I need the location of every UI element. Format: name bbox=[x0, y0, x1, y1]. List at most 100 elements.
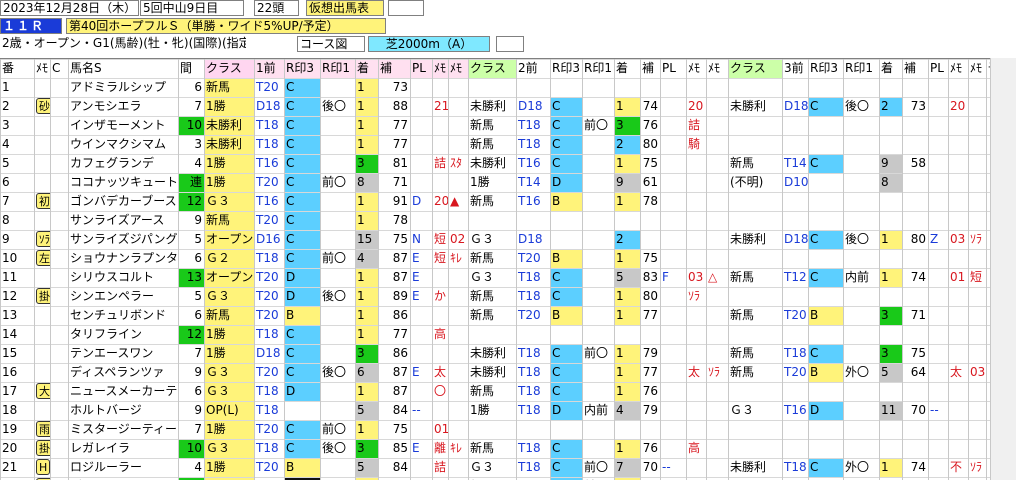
column-divider bbox=[928, 59, 929, 480]
row-divider bbox=[0, 382, 990, 383]
rating3-1: C bbox=[284, 135, 320, 154]
table-row[interactable]: 12 掛シンエンペラー 5 Ｇ３ T20 D 後〇 1 89 E か新馬 T18 C 1 80 ｿﾗ bbox=[0, 287, 990, 306]
c-mark bbox=[50, 230, 68, 249]
rating3-2: C bbox=[550, 458, 582, 477]
table-row[interactable]: 13 センチュリボンド 6 新馬 T20 B 1 86 新馬 T20 B 1 77 新馬 T20 B 3 71 bbox=[0, 306, 990, 325]
c-mark bbox=[50, 97, 68, 116]
rating1-2 bbox=[582, 325, 614, 344]
memo-3a bbox=[948, 344, 968, 363]
score-3 bbox=[902, 382, 928, 401]
finish-3 bbox=[879, 78, 902, 97]
pl-1: E bbox=[412, 365, 420, 379]
score-2: 76 bbox=[642, 441, 658, 455]
memo-3b bbox=[968, 154, 986, 173]
memo-1b bbox=[448, 173, 468, 192]
horse-name: ロジルーラー bbox=[70, 460, 143, 474]
table-row[interactable]: 3 インザモーメント 10 未勝利 T18 C 1 77 新馬 T18 C 前〇 3 76 詰 bbox=[0, 116, 990, 135]
memo-mark-badge: ｿﾗ bbox=[36, 231, 50, 247]
horse-name: テンエースワン bbox=[70, 346, 154, 360]
table-row[interactable]: 9 ｿﾗ サンライズジパング 5 オープン D16 C 15 75 N 短 02 Ｇ３ D18 2 未勝利 D1… bbox=[0, 230, 990, 249]
interval-weeks: 4 bbox=[194, 460, 202, 474]
memo-2b bbox=[706, 382, 728, 401]
pl-1 bbox=[410, 173, 432, 192]
track-1: D16 bbox=[256, 232, 281, 246]
finish-3: 1 bbox=[879, 268, 902, 287]
table-row[interactable]: 18 ホルトバージ 9 OP(L) T18 5 84 -- 1勝 T18 D 内前 4 79 Ｇ３ T16 D 1… bbox=[0, 401, 990, 420]
rating3-1: B bbox=[284, 306, 320, 325]
course-blank-box[interactable] bbox=[496, 36, 524, 52]
column-divider bbox=[378, 59, 379, 480]
row-divider bbox=[0, 325, 990, 326]
rating1-3: 後〇 bbox=[843, 97, 879, 116]
rating1-3 bbox=[843, 249, 879, 268]
table-row[interactable]: 14 タリフライン 12 1勝 T18 C 1 77 高 bbox=[0, 325, 990, 344]
track-1: T18 bbox=[256, 441, 279, 455]
column-header: 着 bbox=[614, 59, 640, 78]
table-row[interactable]: 20 掛レガレイラ 10 Ｇ３ T18 C 後〇 3 85 E 離ｷﾚ 新馬 T18 C 1 76 高 bbox=[0, 439, 990, 458]
track-3 bbox=[782, 439, 808, 458]
column-header: 補 bbox=[378, 59, 410, 78]
rating1-1 bbox=[320, 401, 355, 420]
rating3-2 bbox=[550, 211, 582, 230]
rating3-2 bbox=[550, 230, 582, 249]
class-1: 未勝利 bbox=[204, 135, 254, 154]
rating3-3: B bbox=[808, 306, 843, 325]
rating1-2 bbox=[582, 192, 614, 211]
class-3 bbox=[728, 382, 782, 401]
memo-1b: ｷﾚ bbox=[450, 251, 463, 265]
course-map-button[interactable]: コース図 bbox=[297, 36, 365, 52]
track-2 bbox=[516, 78, 550, 97]
memo-2b bbox=[706, 306, 728, 325]
rating1-1 bbox=[320, 135, 355, 154]
rating1-1 bbox=[320, 458, 355, 477]
c-mark bbox=[50, 439, 68, 458]
table-row[interactable]: 15 テンエースワン 7 1勝 D18 C 3 86 未勝利 T18 C 前〇 1 79 新馬 T18 C 3 75 bbox=[0, 344, 990, 363]
score-3 bbox=[902, 325, 928, 344]
rating1-3 bbox=[843, 135, 879, 154]
pl-3 bbox=[928, 344, 948, 363]
rating1-2 bbox=[582, 135, 614, 154]
interval-weeks: 12 bbox=[178, 325, 204, 344]
row-divider bbox=[0, 439, 990, 440]
table-row[interactable]: 4 ウインマクシマム 3 未勝利 T18 C 1 77 新馬 T18 C 2 80 騎 bbox=[0, 135, 990, 154]
table-row[interactable]: 16 ディスペランツァ 9 Ｇ３ T20 C 後〇 6 87 E 太未勝利 T18 C 1 77 太ｿﾗ 新馬 T… bbox=[0, 363, 990, 382]
table-row[interactable]: 21 H ロジルーラー 4 1勝 T20 B 5 84 詰 Ｇ３ T18 C 前〇 7 70 -- 未勝利 T18 C… bbox=[0, 458, 990, 477]
score-2: 75 bbox=[642, 251, 658, 265]
table-row[interactable]: 10 左 ショウナンラプンタ 6 Ｇ２ T18 C 前〇 4 87 E 短ｷﾚ 新馬 T20 B 1 75 bbox=[0, 249, 990, 268]
column-divider bbox=[986, 59, 987, 480]
table-row[interactable]: 19 雨 ミスタージーティー 7 1勝 T20 C 前〇 1 75 01 bbox=[0, 420, 990, 439]
memo-1b bbox=[448, 306, 468, 325]
memo-3a bbox=[948, 154, 968, 173]
track-2: T18 bbox=[518, 346, 541, 360]
pl-3 bbox=[928, 363, 948, 382]
vertical-scrollbar[interactable] bbox=[990, 58, 1016, 480]
table-row[interactable]: 17大ニュースメーカーテソーロ6Ｇ３T18D187〇新馬T18C176 bbox=[0, 382, 990, 401]
row-divider bbox=[0, 477, 990, 478]
score-1: 88 bbox=[392, 99, 408, 113]
track-1: T20 bbox=[256, 270, 279, 284]
rating3-1: C bbox=[284, 173, 320, 192]
blank-box[interactable] bbox=[388, 0, 424, 16]
rating3-2: D bbox=[550, 401, 582, 420]
interval-weeks: 10 bbox=[178, 116, 204, 135]
rating3-1: C bbox=[284, 230, 320, 249]
column-header: 着 bbox=[879, 59, 902, 78]
table-row[interactable]: 1 アドミラルシップ 6 新馬 T20 C 1 73 bbox=[0, 78, 990, 97]
table-row[interactable]: 2 砂アンモシエラ 7 1勝 D18 C 後〇 1 88 21 未勝利 D18 C 1 74 20 未勝利 D18… bbox=[0, 97, 990, 116]
horse-name: ディスペランツァ bbox=[70, 365, 165, 379]
memo-3a: 20 bbox=[950, 99, 966, 113]
table-row[interactable]: 7 初ゴンバデカーブース 12 Ｇ３ T16 C 1 91 D 20 ▲ 新馬 T16 B 1 78 bbox=[0, 192, 990, 211]
column-divider bbox=[50, 59, 51, 480]
table-row[interactable]: 6 ココナッツキュート連 1勝 T20 C 前〇 8 71 1勝 T14 D 9 61 (不明) D10 8 bbox=[0, 173, 990, 192]
table-row[interactable]: 8 サンライズアース 9 新馬 T20 C 1 78 bbox=[0, 211, 990, 230]
table-row[interactable]: 11 シリウスコルト 13 オープン T20 D 1 87 E Ｇ３ T18 C 5 83 F 03 △ 新馬 T1… bbox=[0, 268, 990, 287]
score-3 bbox=[902, 249, 928, 268]
table-row[interactable]: 5 カフェグランデ 4 1勝 T16 C 3 81 詰ｽﾀ 未勝利 T16 C 1 75 新馬 T14 C 9 58 bbox=[0, 154, 990, 173]
pl-1: E bbox=[412, 270, 420, 284]
track-3 bbox=[782, 135, 808, 154]
row-divider bbox=[0, 154, 990, 155]
interval-weeks: 9 bbox=[194, 403, 202, 417]
class-2: 新馬 bbox=[470, 441, 495, 455]
sheet-title: 仮想出馬表 bbox=[306, 0, 384, 16]
rating3-1: B bbox=[284, 458, 320, 477]
